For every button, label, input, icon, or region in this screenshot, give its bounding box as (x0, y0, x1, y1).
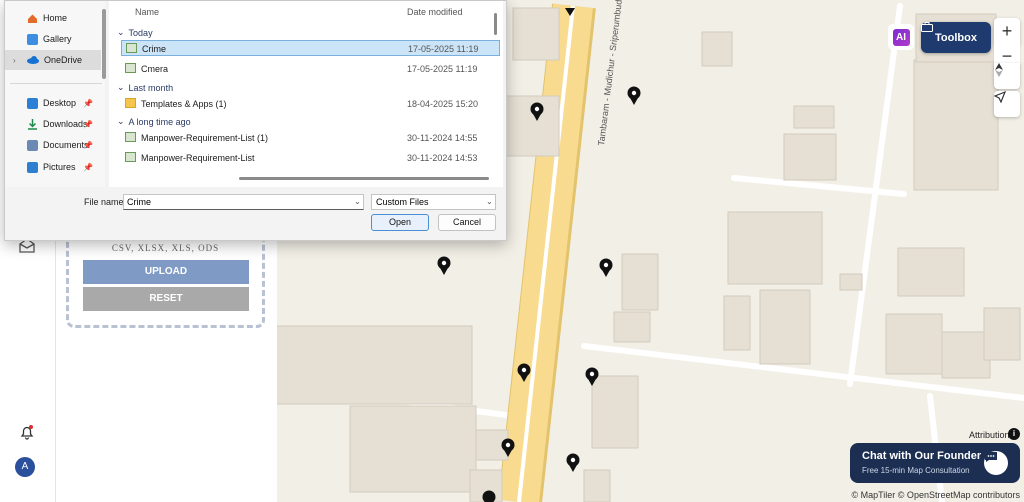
toolbox-label: Toolbox (935, 31, 977, 44)
nav-divider (10, 83, 102, 84)
file-row[interactable]: Templates & Apps (1) 18-04-2025 15:20 (121, 96, 500, 112)
chevron-down-icon[interactable]: ⌄ (354, 197, 361, 206)
spreadsheet-file-icon (125, 63, 136, 73)
nav-item-pictures[interactable]: Pictures 📌 (5, 157, 101, 177)
desktop-icon (27, 97, 38, 109)
attribution-label[interactable]: Attribution (969, 430, 1010, 440)
file-list: Name Date modified ⌄ Today Crime 17-05-20… (109, 1, 503, 187)
file-type-select[interactable]: Custom Files (371, 194, 496, 210)
open-button[interactable]: Open (371, 214, 429, 231)
toolbox-button[interactable]: Toolbox (921, 22, 991, 53)
supported-formats: CSV, XLSX, XLS, ODS (111, 243, 220, 253)
briefcase-icon (921, 22, 933, 32)
ai-button[interactable]: AI (888, 24, 914, 50)
file-row[interactable]: Manpower-Requirement-List 30-11-2024 14:… (121, 150, 500, 166)
documents-icon (27, 139, 38, 151)
nav-item-onedrive[interactable]: › OneDrive (5, 50, 101, 70)
zoom-in-button[interactable]: + (994, 18, 1020, 44)
pin-icon: 📌 (83, 98, 93, 108)
chevron-down-icon: ⌄ (117, 116, 125, 126)
pin-icon: 📌 (83, 119, 93, 129)
nav-item-home[interactable]: Home (5, 8, 101, 28)
bell-icon[interactable] (19, 424, 35, 440)
folder-icon (125, 98, 136, 108)
upload-button[interactable]: UPLOAD (83, 260, 249, 284)
avatar[interactable]: A (15, 457, 35, 477)
spreadsheet-file-icon (125, 152, 136, 162)
navigation-arrow-icon (994, 91, 1006, 103)
navigation-pane: Home Gallery › OneDrive Desktop 📌 Downlo… (5, 1, 106, 187)
nav-item-desktop[interactable]: Desktop 📌 (5, 93, 101, 113)
ai-sparkle-icon: AI (892, 28, 910, 46)
file-row[interactable]: Manpower-Requirement-List (1) 30-11-2024… (121, 130, 500, 146)
chevron-down-icon[interactable]: ⌄ (486, 197, 493, 206)
file-name-input[interactable]: Crime (123, 194, 364, 210)
spreadsheet-file-icon (125, 132, 136, 142)
home-icon (28, 14, 37, 23)
group-last-month[interactable]: ⌄ Last month (117, 82, 173, 93)
chat-bubble-icon[interactable] (984, 451, 1008, 475)
horizontal-scrollbar[interactable] (239, 177, 489, 180)
spreadsheet-file-icon (126, 43, 137, 53)
cancel-button[interactable]: Cancel (438, 214, 496, 231)
nav-item-gallery[interactable]: Gallery (5, 29, 101, 49)
compass-icon (995, 63, 1003, 77)
compass-button[interactable] (994, 63, 1020, 89)
group-long-ago[interactable]: ⌄ A long time ago (117, 116, 191, 127)
nav-item-downloads[interactable]: Downloads 📌 (5, 114, 101, 134)
download-icon (28, 118, 37, 130)
pictures-icon (27, 161, 38, 173)
chevron-down-icon: ⌄ (117, 27, 125, 37)
pin-icon: 📌 (83, 162, 93, 172)
map-copyright: © MapTiler © OpenStreetMap contributors (851, 490, 1021, 500)
chat-founder-widget[interactable]: Chat with Our Founder Free 15-min Map Co… (850, 443, 1020, 483)
list-scrollbar[interactable] (494, 13, 497, 35)
file-open-dialog: Home Gallery › OneDrive Desktop 📌 Downlo… (4, 0, 507, 241)
group-today[interactable]: ⌄ Today (117, 27, 153, 38)
chevron-right-icon[interactable]: › (13, 56, 16, 65)
plus-icon: + (1001, 20, 1013, 41)
chevron-down-icon: ⌄ (117, 82, 125, 92)
gallery-icon (27, 33, 38, 45)
column-date-header[interactable]: Date modified (407, 7, 463, 17)
nav-item-documents[interactable]: Documents 📌 (5, 135, 101, 155)
file-row[interactable]: Crime 17-05-2025 11:19 (121, 40, 500, 56)
cloud-icon (27, 56, 39, 64)
locate-button[interactable] (994, 91, 1020, 117)
nav-scrollbar[interactable] (102, 9, 106, 79)
reset-button[interactable]: RESET (83, 287, 249, 311)
pin-icon: 📌 (83, 140, 93, 150)
info-icon[interactable]: i (1008, 428, 1020, 440)
column-name-header[interactable]: Name (135, 7, 159, 17)
file-name-label: File name: (84, 197, 127, 207)
file-row[interactable]: Cmera 17-05-2025 11:19 (121, 61, 500, 77)
